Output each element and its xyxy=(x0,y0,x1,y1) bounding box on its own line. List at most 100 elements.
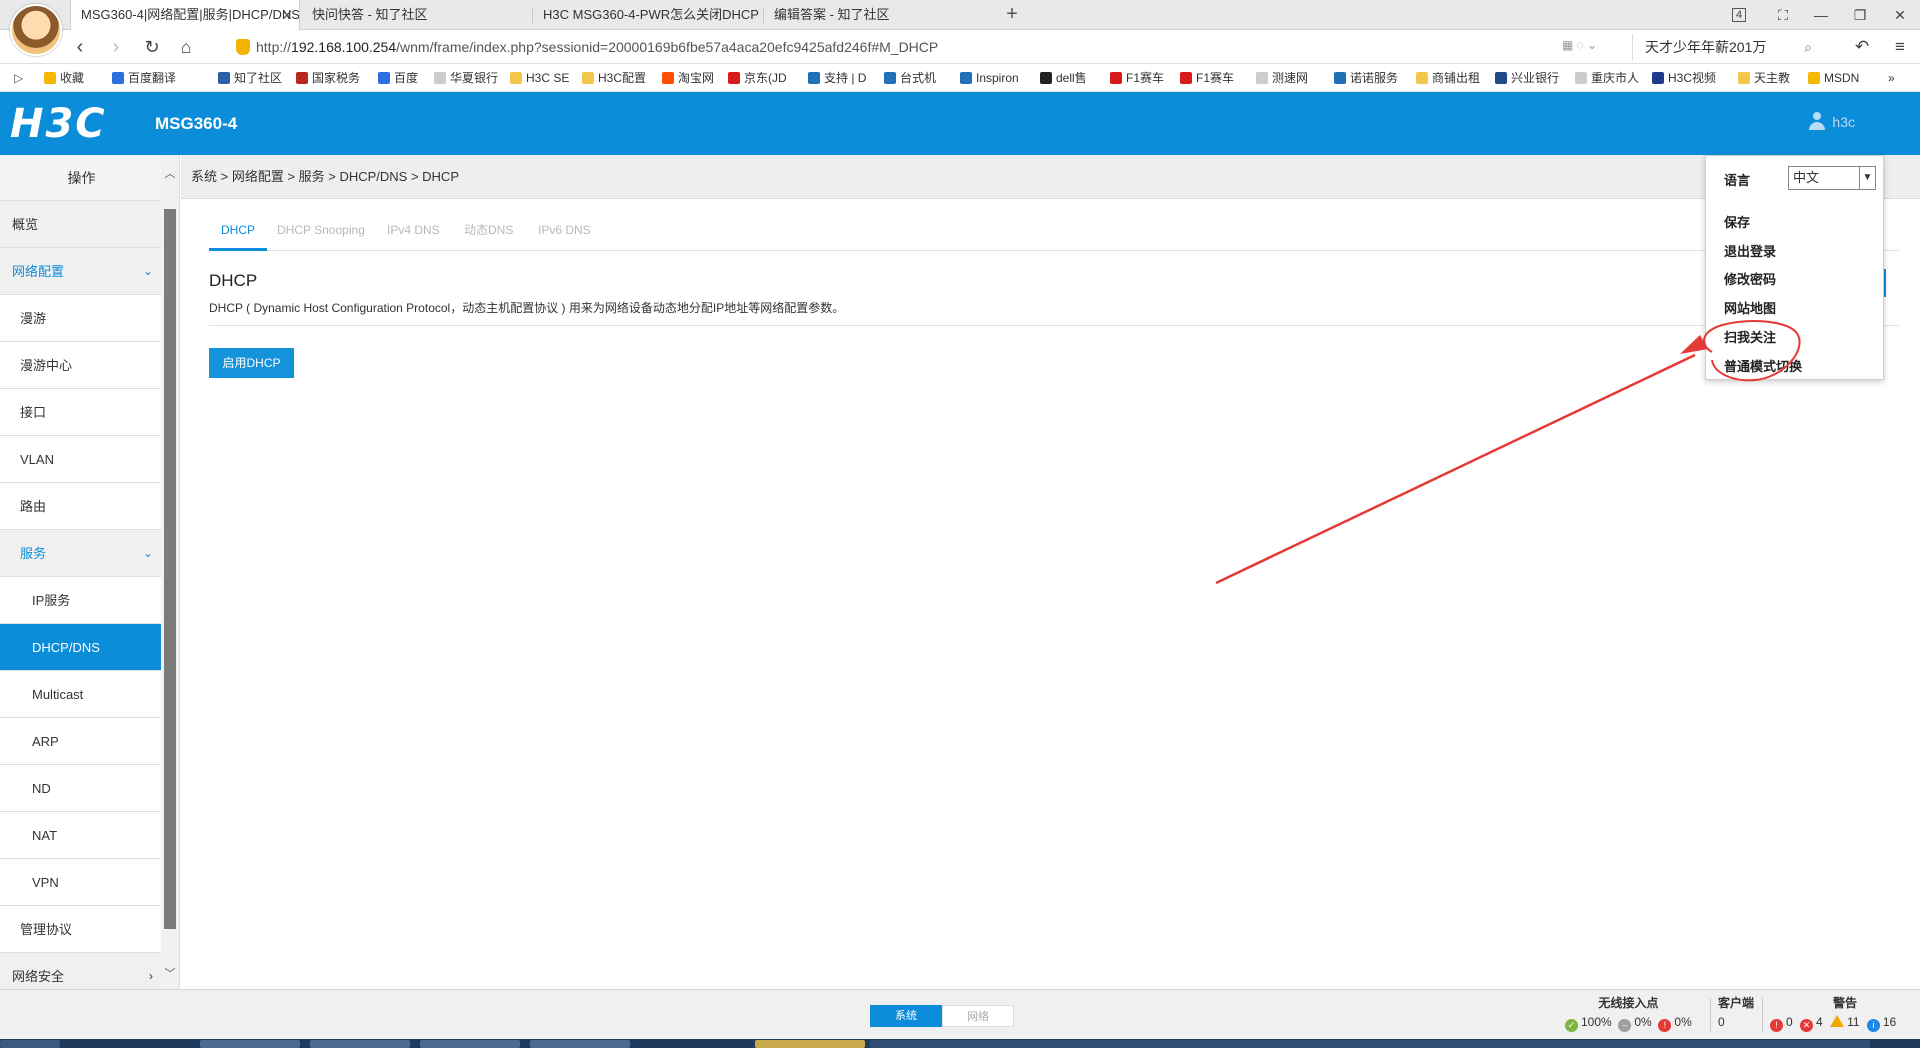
back-icon[interactable]: ‹ xyxy=(66,30,94,64)
bookmark-item[interactable]: 知了社区 xyxy=(218,64,282,91)
sidebar-item[interactable]: 漫游 xyxy=(0,295,163,342)
toggle-network[interactable]: 网络 xyxy=(942,1005,1014,1027)
sidebar-item[interactable]: NAT xyxy=(0,812,163,859)
sidebar-item[interactable]: VLAN xyxy=(0,436,163,483)
offline-icon: – xyxy=(1618,1019,1632,1032)
browser-tab[interactable]: 编辑答案 - 知了社区 xyxy=(764,0,994,30)
start-button[interactable] xyxy=(0,1040,60,1048)
taskbar-app[interactable] xyxy=(530,1040,630,1048)
sidebar-item[interactable]: 网络配置 ⌄ xyxy=(0,248,163,295)
shirt-icon[interactable]: ⛶ xyxy=(1768,0,1798,30)
forward-icon[interactable]: › xyxy=(102,30,130,64)
url-field[interactable]: http://192.168.100.254/wnm/frame/index.p… xyxy=(232,34,1612,60)
scroll-down-icon[interactable]: ﹀ xyxy=(161,965,179,983)
menu-icon[interactable]: ≡ xyxy=(1886,30,1914,64)
browser-tab[interactable]: H3C MSG360-4-PWR怎么关闭DHCP xyxy=(533,0,763,30)
bookmark-item[interactable]: 国家税务 xyxy=(296,64,360,91)
sidebar-item[interactable]: 路由 xyxy=(0,483,163,530)
toggle-system[interactable]: 系统 xyxy=(870,1005,942,1027)
bookmark-item[interactable]: Inspiron xyxy=(960,64,1019,91)
breadcrumb-bar: 系统 > 网络配置 > 服务 > DHCP/DNS > DHCP xyxy=(181,155,1920,199)
menu-item-normal-mode-switch[interactable]: 普通模式切换 xyxy=(1724,356,1802,375)
sidebar-item[interactable]: IP服务 xyxy=(0,577,163,624)
sidebar-item[interactable]: ND xyxy=(0,765,163,812)
wireless-ap-status[interactable]: 无线接入点 ✓ 100% –0% ! 0% xyxy=(1565,994,1692,1032)
sidebar-item[interactable]: ARP xyxy=(0,718,163,765)
bookmark-item[interactable]: 淘宝网 xyxy=(662,64,714,91)
search-input[interactable]: 天才少年年薪201万 ⌕ xyxy=(1632,34,1822,60)
sidebar-item[interactable]: 漫游中心 xyxy=(0,342,163,389)
tab-dhcp-snooping[interactable]: DHCP Snooping xyxy=(265,209,377,251)
close-icon[interactable]: ✕ xyxy=(281,0,293,30)
scrollbar-thumb[interactable] xyxy=(164,209,176,929)
scroll-up-icon[interactable]: ︿ xyxy=(161,165,179,183)
browser-avatar[interactable] xyxy=(10,4,62,56)
divider xyxy=(209,325,1899,326)
taskbar-app[interactable] xyxy=(420,1040,520,1048)
window-close-icon[interactable]: ✕ xyxy=(1885,0,1915,30)
tab-count-badge[interactable]: 4 xyxy=(1724,0,1754,30)
browser-tab[interactable]: 快问快答 - 知了社区 xyxy=(302,0,532,30)
taskbar-app[interactable] xyxy=(200,1040,300,1048)
user-menu-trigger[interactable]: h3c xyxy=(1808,112,1855,130)
new-tab-button[interactable]: + xyxy=(1000,0,1024,30)
language-select[interactable]: 中文 ▼ xyxy=(1788,166,1876,190)
address-bar: ‹ › ↻ ⌂ http://192.168.100.254/wnm/frame… xyxy=(0,30,1920,64)
menu-item-logout[interactable]: 退出登录 xyxy=(1724,241,1776,260)
sidebar-item-label: 网络配置 xyxy=(12,264,65,279)
bookmark-item[interactable]: 兴业银行 xyxy=(1495,64,1559,91)
bookmark-item[interactable]: 天主教 xyxy=(1738,64,1790,91)
enable-dhcp-button[interactable]: 启用DHCP xyxy=(209,348,294,378)
bookmark-item[interactable]: 百度翻译 xyxy=(112,64,176,91)
sidebar-item[interactable]: 管理协议 xyxy=(0,906,163,953)
sidebar-item[interactable]: VPN xyxy=(0,859,163,906)
home-icon[interactable]: ⌂ xyxy=(172,30,200,64)
bookmark-item[interactable]: 收藏 xyxy=(44,64,84,91)
tab-dhcp[interactable]: DHCP xyxy=(209,209,268,251)
menu-item-change-password[interactable]: 修改密码 xyxy=(1724,269,1776,288)
sidebar-scrollbar[interactable]: ︿ ﹀ xyxy=(161,155,179,990)
bookmark-item[interactable]: 重庆市人 xyxy=(1575,64,1639,91)
bookmark-item[interactable]: 测速网 xyxy=(1256,64,1308,91)
sidebar-item[interactable]: 接口 xyxy=(0,389,163,436)
bookmark-item[interactable]: H3C SE xyxy=(510,64,569,91)
bookmark-item[interactable]: 台式机 xyxy=(884,64,936,91)
taskbar-app-active[interactable] xyxy=(755,1040,865,1048)
tab-ipv4-dns[interactable]: IPv4 DNS xyxy=(375,209,452,251)
bookmark-item[interactable]: 诺诺服务 xyxy=(1334,64,1398,91)
tab-dynamic-dns[interactable]: 动态DNS xyxy=(452,209,525,251)
bookmark-item[interactable]: 华夏银行 xyxy=(434,64,498,91)
bookmark-icon xyxy=(1575,72,1587,84)
minimize-icon[interactable]: — xyxy=(1806,0,1836,30)
client-status[interactable]: 客户端 0 xyxy=(1718,994,1754,1029)
sidebar-item[interactable]: Multicast xyxy=(0,671,163,718)
bookmark-item[interactable]: 商铺出租 xyxy=(1416,64,1480,91)
qr-icon[interactable]: ▦ ◌ ⌄ xyxy=(1562,38,1597,52)
sidebar-item[interactable]: 服务 ⌄ xyxy=(0,530,163,577)
menu-item-site-map[interactable]: 网站地图 xyxy=(1724,298,1776,317)
sidebar-item[interactable]: 概览 xyxy=(0,201,163,248)
menu-item-save[interactable]: 保存 xyxy=(1724,212,1750,231)
reload-icon[interactable]: ↻ xyxy=(138,30,166,64)
menu-item-follow[interactable]: 扫我关注 xyxy=(1724,327,1776,346)
sidebar-toggle-icon[interactable]: ▷ xyxy=(14,64,23,91)
taskbar-app[interactable] xyxy=(310,1040,410,1048)
security-warning-icon[interactable] xyxy=(236,39,250,55)
bookmark-item[interactable]: 百度 xyxy=(378,64,418,91)
alarm-status[interactable]: 警告 ! 0 ✕ 4 11 i 16 xyxy=(1770,994,1920,1032)
browser-tab-active[interactable]: MSG360-4|网络配置|服务|DHCP/DNS ✕ xyxy=(70,0,300,31)
bookmark-item[interactable]: 京东(JD xyxy=(728,64,787,91)
bookmark-item[interactable]: F1赛车 xyxy=(1180,64,1234,91)
bookmark-item[interactable]: H3C配置 xyxy=(582,64,646,91)
restore-icon[interactable]: ❐ xyxy=(1845,0,1875,30)
undo-icon[interactable]: ↶ xyxy=(1848,30,1876,64)
bookmark-item[interactable]: 支持 | D xyxy=(808,64,866,91)
bookmark-item[interactable]: dell售 xyxy=(1040,64,1087,91)
sidebar-item[interactable]: DHCP/DNS xyxy=(0,624,163,671)
bookmark-item[interactable]: MSDN xyxy=(1808,64,1859,91)
tab-ipv6-dns[interactable]: IPv6 DNS xyxy=(526,209,603,251)
search-icon[interactable]: ⌕ xyxy=(1804,34,1812,60)
bookmark-item[interactable]: F1赛车 xyxy=(1110,64,1164,91)
more-bookmarks-icon[interactable]: » xyxy=(1888,64,1895,91)
bookmark-item[interactable]: H3C视频 xyxy=(1652,64,1716,91)
